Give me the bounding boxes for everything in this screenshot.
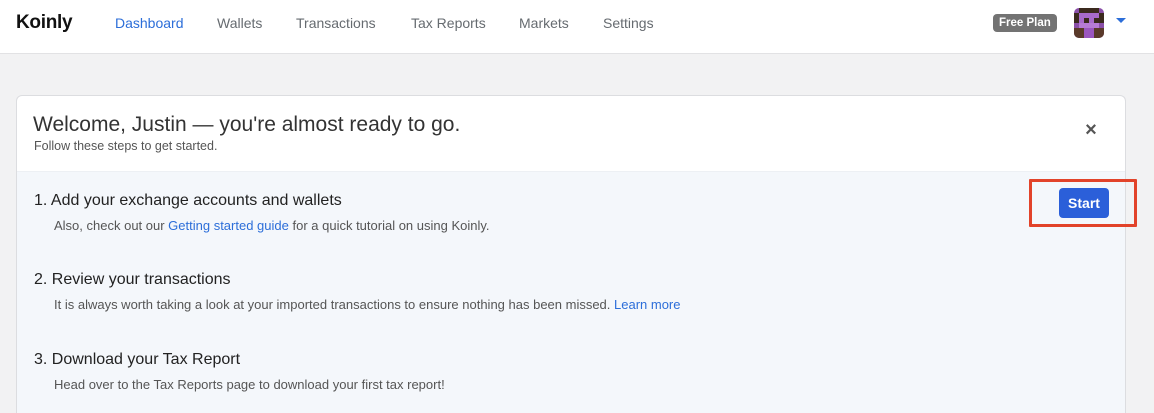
step-title: 3. Download your Tax Report [34, 351, 241, 368]
close-icon[interactable]: × [1081, 120, 1101, 140]
free-plan-badge[interactable]: Free Plan [993, 14, 1057, 32]
learn-more-link[interactable]: Learn more [614, 297, 680, 312]
nav-wallets[interactable]: Wallets [217, 15, 262, 31]
nav-tax-reports[interactable]: Tax Reports [411, 15, 486, 31]
pixel-avatar-icon[interactable] [1074, 8, 1104, 38]
welcome-card: Welcome, Justin — you're almost ready to… [16, 95, 1126, 413]
step-description: Also, check out our Getting started guid… [54, 218, 490, 233]
steps-list: 1. Add your exchange accounts and wallet… [17, 171, 1125, 413]
nav-dashboard[interactable]: Dashboard [115, 15, 184, 31]
top-navbar: Koinly Dashboard Wallets Transactions Ta… [0, 0, 1154, 54]
welcome-title: Welcome, Justin — you're almost ready to… [33, 113, 461, 136]
step-title: 2. Review your transactions [34, 271, 231, 288]
welcome-subtitle: Follow these steps to get started. [34, 139, 218, 153]
koinly-logo[interactable]: Koinly [16, 12, 73, 34]
step-title: 1. Add your exchange accounts and wallet… [34, 192, 342, 209]
nav-settings[interactable]: Settings [603, 15, 654, 31]
nav-markets[interactable]: Markets [519, 15, 569, 31]
step-description: It is always worth taking a look at your… [54, 297, 681, 312]
step-review-transactions: 2. Review your transactions It is always… [17, 252, 1125, 332]
nav-transactions[interactable]: Transactions [296, 15, 376, 31]
step-add-accounts: 1. Add your exchange accounts and wallet… [17, 172, 1125, 252]
caret-down-icon[interactable] [1116, 18, 1126, 23]
step-description: Head over to the Tax Reports page to dow… [54, 377, 445, 392]
start-button[interactable]: Start [1059, 188, 1109, 218]
getting-started-guide-link[interactable]: Getting started guide [168, 218, 289, 233]
step-download-report: 3. Download your Tax Report Head over to… [17, 332, 1125, 413]
